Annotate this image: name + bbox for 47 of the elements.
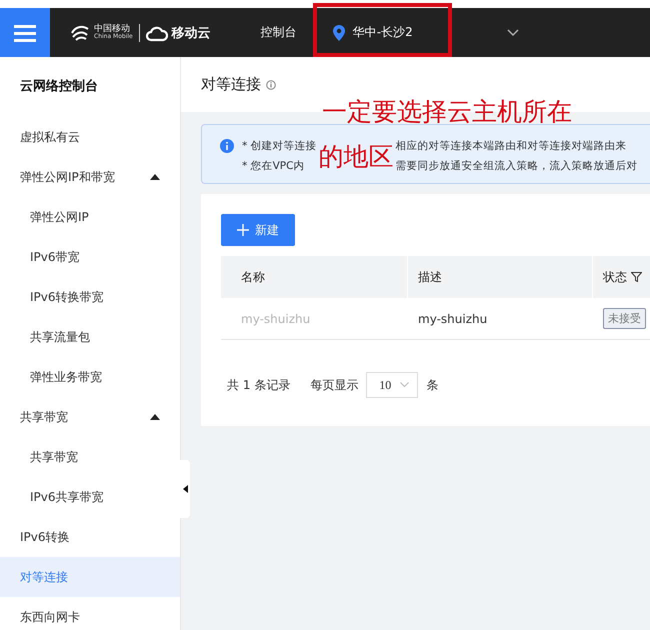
info-icon [220, 139, 234, 153]
brand-name: 中国移动 [94, 25, 130, 34]
product-name: 移动云 [172, 24, 211, 42]
notice-text: * 您在VPC内 [242, 159, 306, 173]
sidebar-title: 云网络控制台 [19, 78, 99, 96]
sidebar-item[interactable]: IPv6转换带宽 [0, 277, 180, 317]
page-size-unit: 条 [426, 376, 438, 394]
cloud-icon [146, 24, 168, 42]
table-cell: my-shuizhu [241, 312, 310, 326]
notice-text: 相应的对等连接本端路由和对等连接对端路由来 [396, 139, 628, 153]
table-cell: my-shuizhu [418, 312, 488, 326]
page-title: 对等连接 [201, 75, 261, 94]
sidebar-item[interactable]: 共享流量包 [0, 317, 180, 357]
page-size-label: 每页显示 [310, 376, 358, 394]
sidebar-item[interactable]: 共享带宽 [0, 437, 180, 477]
notice-text: 需要同步放通安全组流入策略，流入策略放通后对 [396, 159, 638, 173]
annotation-text: 一定要选择云主机所在 [322, 98, 572, 126]
sidebar-item[interactable]: 弹性公网IP [0, 197, 180, 237]
location-pin-icon [332, 24, 345, 40]
column-header: 状态 [603, 268, 627, 286]
chevron-down-icon [400, 382, 410, 388]
collapse-handle[interactable] [180, 460, 190, 518]
new-button[interactable]: 新建 [221, 214, 295, 246]
sidebar-item[interactable]: IPv6带宽 [0, 237, 180, 277]
menu-icon [14, 24, 36, 42]
column-header: 描述 [418, 268, 442, 286]
info-icon[interactable] [266, 80, 276, 90]
column-header: 名称 [241, 268, 265, 286]
notice-text: * 创建对等连接 [242, 139, 317, 153]
chevron-down-icon[interactable] [506, 28, 519, 36]
plus-icon [237, 224, 249, 236]
filter-icon[interactable] [631, 272, 642, 282]
logo-icon [70, 24, 90, 42]
region-selector[interactable]: 华中-长沙2 [332, 24, 413, 41]
sidebar-item[interactable]: 东西向网卡 [0, 597, 180, 630]
sidebar-item[interactable]: 弹性业务带宽 [0, 357, 180, 397]
total-count: 共 1 条记录 [227, 376, 290, 394]
status-tag: 未接受 [603, 308, 646, 329]
sidebar-item[interactable]: 共享带宽 [0, 397, 180, 437]
annotation-text: 的地区 [318, 142, 395, 172]
sidebar-item[interactable]: IPv6共享带宽 [0, 477, 180, 517]
menu-button[interactable] [0, 8, 50, 57]
console-link[interactable]: 控制台 [260, 24, 297, 41]
sidebar-item[interactable]: 弹性公网IP和带宽 [0, 157, 180, 197]
page-size-select[interactable]: 10 [366, 372, 418, 398]
sidebar-item[interactable]: IPv6转换 [0, 517, 180, 557]
sidebar-item[interactable]: 虚拟私有云 [0, 117, 180, 157]
